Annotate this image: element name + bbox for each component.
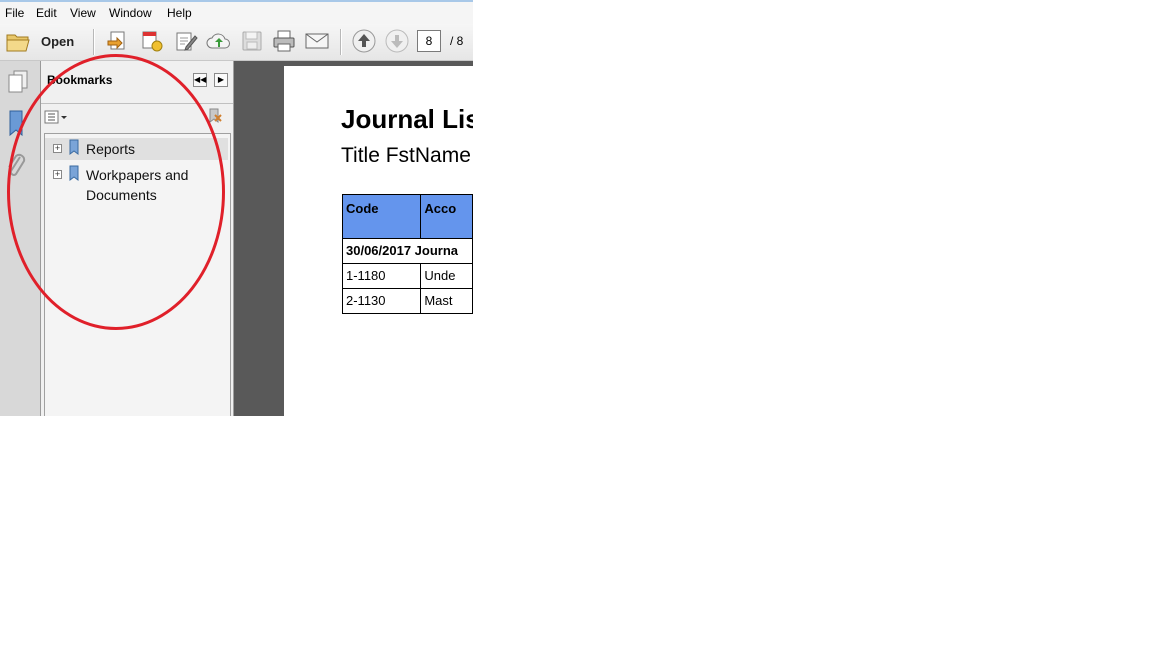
expand-icon[interactable]: + [53, 170, 62, 179]
envelope-icon [305, 33, 329, 49]
bookmark-label: Reports [86, 141, 136, 157]
folder-icon [6, 34, 30, 52]
paperclip-icon[interactable] [6, 153, 28, 181]
journal-table: Code Acco 30/06/2017 Journa 1-1180 Unde … [341, 194, 473, 314]
bookmarks-panel: Bookmarks ◀◀ ▶ + Reports + Workpapers an… [41, 61, 234, 416]
menu-help[interactable]: Help [167, 6, 192, 20]
table-cell: Unde [420, 263, 473, 289]
right-arrow-icon: ▶ [217, 75, 225, 84]
printer-icon [273, 30, 295, 52]
save-button[interactable] [240, 29, 264, 53]
group-cell: 30/06/2017 Journa [342, 238, 473, 264]
create-pdf-icon [107, 31, 125, 50]
next-page-button[interactable] [385, 29, 409, 53]
menu-window[interactable]: Window [109, 6, 152, 20]
panel-divider [41, 103, 233, 104]
page-number-input[interactable]: 8 [417, 30, 441, 52]
document-title: Journal Lis [341, 104, 473, 134]
document-subtitle: Title FstName [341, 144, 471, 167]
toolbar: Open 8 / 8 [0, 24, 473, 61]
cloud-upload-icon [206, 33, 230, 49]
bookmark-tree: + Reports + Workpapers and Documents [44, 133, 231, 416]
previous-page-button[interactable] [352, 29, 376, 53]
navigation-rail [0, 61, 41, 416]
table-header-row: Code Acco [341, 194, 473, 239]
bookmarks-tab-icon[interactable] [6, 109, 28, 139]
expand-icon[interactable]: + [53, 144, 62, 153]
bookmark-item-reports[interactable]: + Reports [45, 138, 228, 160]
expand-panel-button[interactable]: ▶ [214, 73, 228, 87]
menu-edit[interactable]: Edit [36, 6, 57, 20]
email-button[interactable] [305, 29, 329, 53]
menu-bar: File Edit View Window Help [0, 0, 473, 24]
bookmark-icon [69, 165, 79, 181]
menu-view[interactable]: View [70, 6, 96, 20]
arrow-up-icon [352, 29, 376, 53]
edit-document-icon [176, 32, 198, 51]
toolbar-separator [340, 29, 342, 55]
print-button[interactable] [272, 29, 296, 53]
create-pdf-button[interactable] [106, 29, 130, 53]
table-cell: 2-1130 [341, 288, 422, 314]
bookmark-item-workpapers[interactable]: + Workpapers and Documents [45, 164, 228, 208]
table-row: 1-1180 Unde [341, 263, 473, 289]
document-viewer[interactable]: Journal Lis Title FstName Code Acco 30/0… [234, 61, 473, 416]
toolbar-separator [93, 29, 95, 55]
edit-document-button[interactable] [174, 29, 198, 53]
upload-button[interactable] [206, 29, 230, 53]
table-cell: Mast [420, 288, 473, 314]
column-header: Code [341, 194, 422, 239]
pdf-reader-window: File Edit View Window Help Open 8 / 8 Bo… [0, 0, 473, 416]
pdf-page: Journal Lis Title FstName Code Acco 30/0… [284, 66, 473, 416]
table-group-row: 30/06/2017 Journa [342, 238, 473, 264]
double-left-arrow-icon: ◀◀ [194, 75, 207, 84]
collapse-panel-button[interactable]: ◀◀ [193, 73, 207, 87]
bookmark-icon [69, 139, 79, 155]
arrow-down-icon [385, 29, 409, 53]
delete-bookmark-icon [209, 108, 222, 123]
options-dropdown-button[interactable] [44, 109, 70, 125]
table-cell: 1-1180 [341, 263, 422, 289]
bookmark-label: Workpapers and Documents [86, 167, 189, 203]
combine-files-button[interactable] [140, 29, 164, 53]
menu-file[interactable]: File [5, 6, 24, 20]
table-row: 2-1130 Mast [341, 288, 473, 314]
delete-bookmark-button[interactable] [204, 107, 224, 125]
column-header: Acco [420, 194, 473, 239]
save-icon [242, 31, 262, 51]
combine-files-icon [142, 31, 163, 52]
panel-title: Bookmarks [47, 73, 113, 87]
page-thumbnails-icon[interactable] [6, 69, 30, 95]
options-list-icon [44, 110, 67, 124]
page-count: / 8 [450, 34, 464, 48]
open-label: Open [41, 34, 75, 49]
